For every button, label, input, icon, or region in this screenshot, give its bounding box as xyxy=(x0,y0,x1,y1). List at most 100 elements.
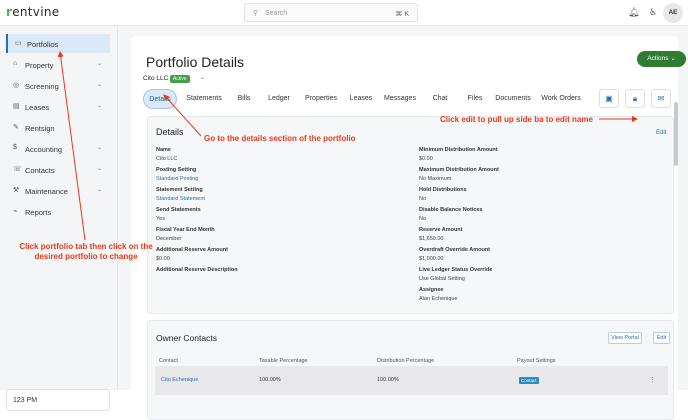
tab-bar: Details Statements Bills Ledger Properties Le… xyxy=(143,89,613,111)
detail-value: No xyxy=(419,216,427,222)
tab-leases[interactable]: Leases xyxy=(347,89,375,109)
column-header: Taxable Percentage xyxy=(259,358,308,364)
detail-label: Minimum Distribution Amount xyxy=(419,147,498,153)
chevron-down-icon: ⌄ xyxy=(96,61,102,67)
detail-value: No xyxy=(419,196,427,202)
tab-details[interactable]: Details xyxy=(143,89,177,109)
search-input[interactable]: ⚲ Search ⌘ K xyxy=(244,3,418,22)
detail-value: $1,000.00 xyxy=(419,256,444,262)
avatar[interactable]: AE xyxy=(663,3,683,23)
document-action-button[interactable]: ▣ xyxy=(599,89,619,108)
taxable-percentage: 100.00% xyxy=(259,377,281,383)
portfolio-dropdown-chevron-icon[interactable]: ⌄ xyxy=(200,74,205,81)
sidebar-item-rentsign[interactable]: ✎ Rentsign xyxy=(6,118,110,137)
screening-icon: ◎ xyxy=(13,82,20,89)
column-header: Contact xyxy=(159,358,178,364)
tab-bills[interactable]: Bills xyxy=(229,89,259,109)
detail-field: Posting Setting Standard Posting xyxy=(156,166,198,184)
sidebar-item-label: Portfolios xyxy=(27,39,59,49)
detail-value: $0.00 xyxy=(419,156,433,162)
search-placeholder: Search xyxy=(265,10,288,17)
annotation-details-section: Go to the details section of the portfol… xyxy=(204,134,356,143)
detail-field: Fiscal Year End Month December xyxy=(156,226,215,244)
detail-field: Maximum Distribution Amount No Maximum xyxy=(419,166,499,184)
contact-link[interactable]: Cito Echenique xyxy=(161,377,198,383)
tab-messages[interactable]: Messages xyxy=(379,89,421,109)
detail-label: Overdraft Override Amount xyxy=(419,247,491,253)
detail-value-link[interactable]: Standard Statement xyxy=(156,195,205,204)
sidebar-item-label: Leases xyxy=(25,102,50,112)
chevron-down-icon: ⌄ xyxy=(96,82,102,88)
portfolio-name[interactable]: Cito LLC xyxy=(143,75,168,82)
status-badge: Active xyxy=(170,75,190,83)
main-content: Portfolio Details Actions ⌄ Cito LLC Act… xyxy=(118,26,688,420)
sidebar-item-label: Accounting xyxy=(25,144,63,154)
detail-value: Alan Echenique xyxy=(419,296,458,302)
detail-label: Statement Setting xyxy=(156,187,203,193)
rentvine-logo[interactable]: rentvine xyxy=(6,5,59,19)
table-row[interactable]: Cito Echenique 100.00% 100.00% Contact ⋮ xyxy=(155,366,668,395)
sidebar-item-label: Property xyxy=(25,60,54,70)
email-action-button[interactable]: ✉ xyxy=(651,89,671,108)
edit-contacts-button[interactable]: Edit xyxy=(653,332,670,344)
detail-label: Maximum Distribution Amount xyxy=(419,167,499,173)
chevron-down-icon: ⌄ xyxy=(670,55,676,62)
tab-properties[interactable]: Properties xyxy=(299,89,343,109)
actions-button[interactable]: Actions ⌄ xyxy=(637,51,686,67)
pen-icon: ✎ xyxy=(13,124,19,131)
document-icon: ▤ xyxy=(13,103,20,110)
detail-field: Send Statements Yes xyxy=(156,206,201,224)
detail-label: Assignee xyxy=(419,287,444,293)
edit-details-link[interactable]: Edit xyxy=(656,130,666,136)
detail-value: Use Global Setting xyxy=(419,276,465,282)
chart-icon: ⌁ xyxy=(13,208,18,215)
detail-label: Additional Reserve Amount xyxy=(156,247,228,253)
lock-icon: 🔒︎ xyxy=(632,94,638,103)
details-panel: Details Edit Name Cito LLC Posting Setting… xyxy=(147,116,674,314)
sidebar-item-accounting[interactable]: $ Accounting ⌄ xyxy=(6,139,110,158)
sidebar-item-portfolios[interactable]: ▭ Portfolios xyxy=(6,34,110,53)
dollar-icon: $ xyxy=(13,144,17,151)
detail-label: Posting Setting xyxy=(156,167,197,173)
clock-widget: 123 PM xyxy=(6,389,110,411)
tab-chat[interactable]: Chat xyxy=(425,89,455,109)
detail-value: December xyxy=(156,236,182,242)
detail-value: Yes xyxy=(156,216,165,222)
kebab-menu-icon[interactable]: ⋮ xyxy=(649,376,656,384)
detail-field: Assignee Alan Echenique xyxy=(419,286,458,304)
tab-statements[interactable]: Statements xyxy=(181,89,227,109)
sidebar-item-property[interactable]: ⌂ Property ⌄ xyxy=(6,55,110,74)
scrollbar[interactable] xyxy=(674,102,678,166)
detail-value-link[interactable]: Standard Posting xyxy=(156,175,198,184)
tab-ledger[interactable]: Ledger xyxy=(263,89,295,109)
sidebar-item-reports[interactable]: ⌁ Reports xyxy=(6,202,110,221)
column-header: Payout Settings xyxy=(517,358,556,364)
sidebar-item-maintenance[interactable]: ⚒ Maintenance ⌄ xyxy=(6,181,110,200)
chevron-down-icon: ⌄ xyxy=(96,103,102,109)
envelope-icon: ✉ xyxy=(657,94,665,103)
tab-work-orders[interactable]: Work Orders xyxy=(537,89,585,109)
sidebar-item-leases[interactable]: ▤ Leases ⌄ xyxy=(6,97,110,116)
lock-action-button[interactable]: 🔒︎ xyxy=(625,89,645,108)
view-portal-button[interactable]: View Portal xyxy=(608,332,642,344)
accessibility-icon[interactable]: ♿︎ xyxy=(649,7,657,18)
tab-documents[interactable]: Documents xyxy=(493,89,533,109)
detail-label: Name xyxy=(156,147,171,153)
bell-icon[interactable]: 🔔︎ xyxy=(628,7,639,18)
contacts-icon: ☏ xyxy=(13,166,22,173)
sidebar-item-label: Rentsign xyxy=(25,123,55,133)
detail-field: Statement Setting Standard Statement xyxy=(156,186,205,204)
chevron-down-icon: ⌄ xyxy=(96,166,102,172)
sidebar-item-label: Screening xyxy=(25,81,59,91)
tab-files[interactable]: Files xyxy=(461,89,489,109)
detail-field: Minimum Distribution Amount $0.00 xyxy=(419,146,498,164)
folder-icon: ▭ xyxy=(15,40,22,47)
sidebar-item-screening[interactable]: ◎ Screening ⌄ xyxy=(6,76,110,95)
search-shortcut: ⌘ K xyxy=(395,11,409,18)
details-title: Details xyxy=(156,127,184,137)
detail-field: Additional Reserve Amount $0.00 xyxy=(156,246,228,264)
sidebar-item-contacts[interactable]: ☏ Contacts ⌄ xyxy=(6,160,110,179)
detail-label: Fiscal Year End Month xyxy=(156,227,215,233)
detail-label: Reserve Amount xyxy=(419,227,463,233)
detail-field: Overdraft Override Amount $1,000.00 xyxy=(419,246,490,264)
